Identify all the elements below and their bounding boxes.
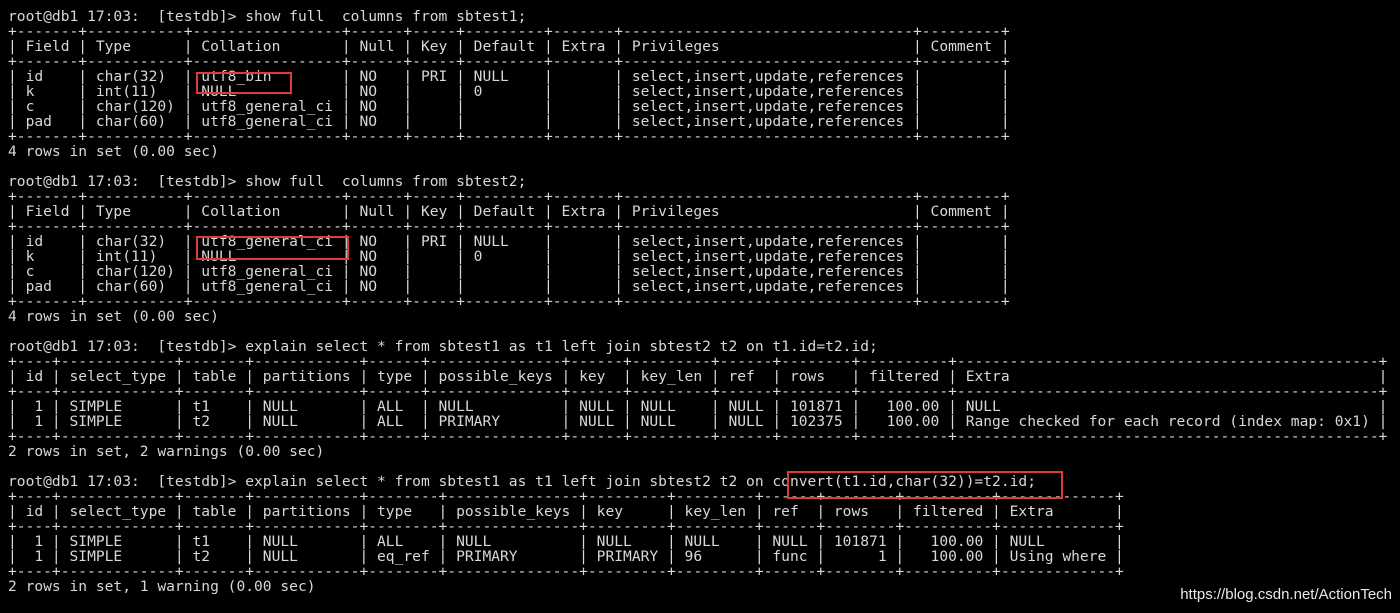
terminal-window[interactable]: root@db1 17:03: [testdb]> show full colu… (0, 0, 1400, 613)
terminal-line: 4 rows in set (0.00 sec) (8, 308, 219, 325)
terminal-line: 2 rows in set, 2 warnings (0.00 sec) (8, 443, 325, 460)
terminal-output: root@db1 17:03: [testdb]> show full colu… (8, 0, 1387, 594)
watermark-text: https://blog.csdn.net/ActionTech (1180, 586, 1392, 603)
terminal-line: 4 rows in set (0.00 sec) (8, 143, 219, 160)
terminal-line: 2 rows in set, 1 warning (0.00 sec) (8, 578, 316, 595)
